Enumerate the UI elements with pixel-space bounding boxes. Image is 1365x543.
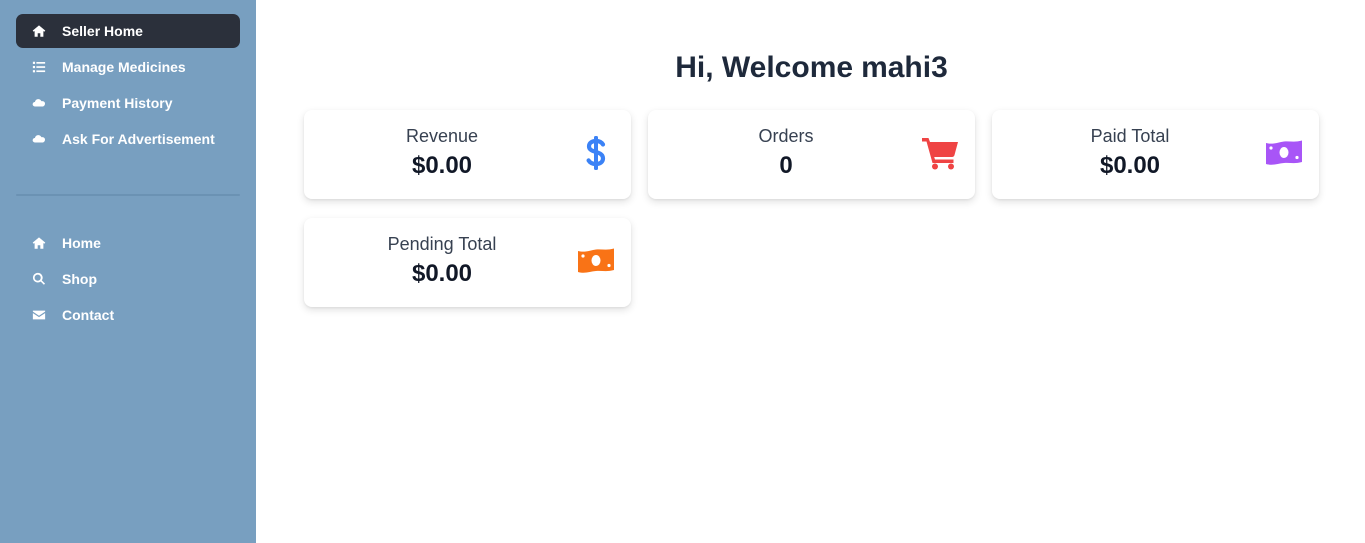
paid-total-card: Paid Total $0.00 — [992, 110, 1319, 199]
cloud-money-icon — [32, 132, 46, 146]
home-icon — [32, 24, 46, 38]
sidebar: Seller Home Manage Medicines Payment His… — [0, 0, 256, 543]
card-label: Orders — [758, 126, 814, 146]
nav-item-label: Home — [62, 235, 101, 251]
card-value: 0 — [779, 152, 793, 179]
card-value: $0.00 — [411, 260, 473, 287]
page-title: Hi, Welcome mahi3 — [304, 48, 1319, 88]
dashboard-main: Hi, Welcomemahi3 Revenue $0.00 Orders 0 — [256, 0, 1365, 543]
sidebar-divider — [16, 194, 240, 196]
nav-item-label: Seller Home — [62, 23, 143, 39]
username: mahi3 — [861, 51, 948, 84]
money-bill-icon — [577, 242, 615, 280]
nav-item-seller-home[interactable]: Seller Home — [16, 14, 240, 48]
search-icon — [32, 272, 46, 286]
nav-item-label: Payment History — [62, 95, 173, 111]
nav-item-label: Ask For Advertisement — [62, 131, 215, 147]
nav-item-manage-medicines[interactable]: Manage Medicines — [16, 50, 240, 84]
greeting-text: Hi, Welcome — [675, 51, 854, 84]
seller-nav: Seller Home Manage Medicines Payment His… — [16, 14, 240, 156]
money-bill-icon — [1265, 134, 1303, 172]
site-nav: Home Shop Contact — [16, 226, 240, 332]
nav-item-home[interactable]: Home — [16, 226, 240, 260]
nav-item-ask-for-advertisement[interactable]: Ask For Advertisement — [16, 122, 240, 156]
pending-total-card: Pending Total $0.00 — [304, 218, 631, 307]
card-value: $0.00 — [1099, 152, 1161, 179]
nav-item-label: Contact — [62, 307, 115, 323]
list-icon — [32, 60, 46, 74]
revenue-card: Revenue $0.00 — [304, 110, 631, 199]
envelope-icon — [32, 308, 46, 322]
stats-grid: Revenue $0.00 Orders 0 Paid Total $0.00 … — [304, 110, 1319, 307]
nav-item-label: Manage Medicines — [62, 59, 186, 75]
orders-card: Orders 0 — [648, 110, 975, 199]
cloud-money-icon — [32, 96, 46, 110]
card-label: Pending Total — [387, 234, 497, 254]
dollar-icon — [577, 134, 615, 172]
card-label: Revenue — [405, 126, 479, 146]
nav-item-payment-history[interactable]: Payment History — [16, 86, 240, 120]
card-label: Paid Total — [1090, 126, 1170, 146]
home-icon — [32, 236, 46, 250]
nav-item-shop[interactable]: Shop — [16, 262, 240, 296]
card-value: $0.00 — [411, 152, 473, 179]
cart-icon — [921, 134, 959, 172]
nav-item-contact[interactable]: Contact — [16, 298, 240, 332]
nav-item-label: Shop — [62, 271, 97, 287]
